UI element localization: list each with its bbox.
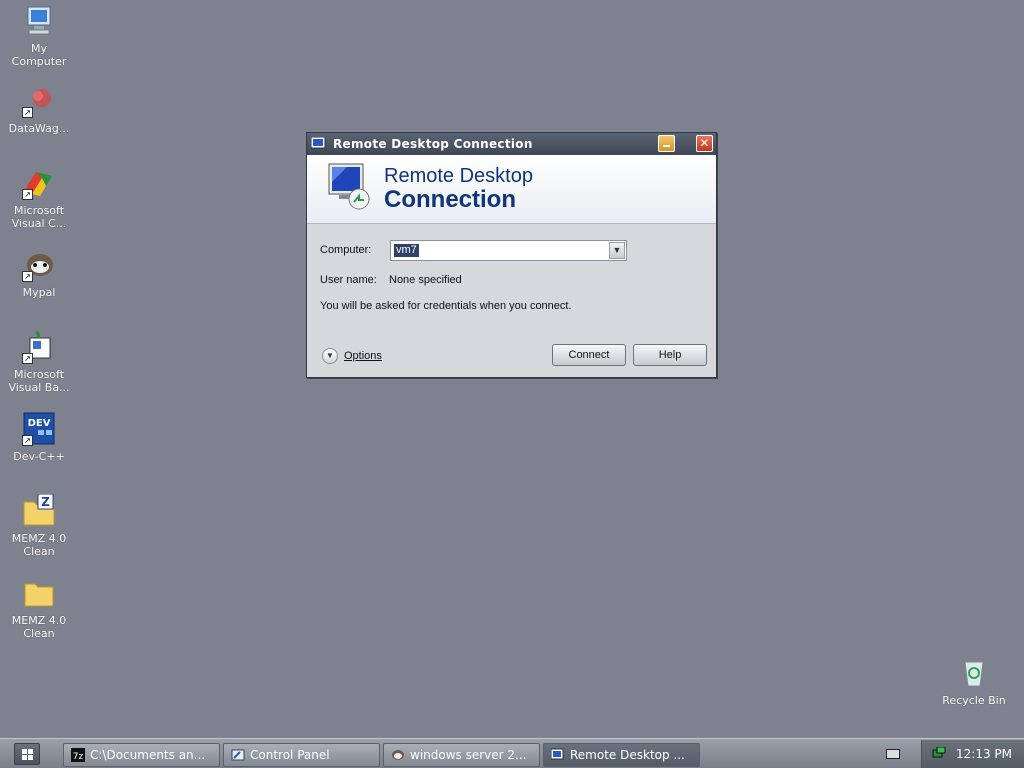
desktop-icon-label: Mypal [22,286,56,299]
keyboard-icon[interactable] [886,749,900,759]
visual-basic-icon: ↗ [22,330,56,364]
zip-folder-icon: Z [22,493,56,528]
credentials-note: You will be asked for credentials when y… [320,300,572,312]
computer-label: Computer: [320,244,372,256]
network-icon[interactable] [932,747,946,761]
dev-cpp-icon: DEV ↗ [22,412,56,446]
desktop-icon-mypal[interactable]: ↗ Mypal [1,248,77,299]
mypal-icon: ↗ [22,248,56,282]
dialog-title: Remote Desktop Connection [333,137,533,151]
options-toggle[interactable]: ▼ Options [322,348,382,364]
chevron-down-icon: ▼ [612,245,622,255]
desktop-icon-label: MEMZ 4.0 Clean [11,532,67,558]
dialog-banner: Remote Desktop Connection [307,155,716,224]
desktop-icon-label: Microsoft Visual C... [11,204,67,230]
computer-value[interactable]: vm7 [394,244,419,257]
desktop-icon-memz-folder[interactable]: MEMZ 4.0 Clean [1,576,77,640]
options-label[interactable]: Options [344,350,382,362]
control-panel-icon [231,749,245,761]
banner-title-line2: Connection [384,186,516,213]
expand-circle-icon[interactable]: ▼ [322,348,338,364]
taskbar-item-browser[interactable]: windows server 2... [383,743,540,767]
shortcut-arrow-icon: ↗ [22,271,33,282]
desktop-icon-memz-zip[interactable]: Z MEMZ 4.0 Clean [1,493,77,558]
taskbar-item-7zip[interactable]: 7z C:\Documents an... [63,743,220,767]
shortcut-arrow-icon: ↗ [22,353,33,364]
remote-desktop-icon [551,748,564,760]
desktop-icon-visual-c[interactable]: ↗ Microsoft Visual C... [1,166,77,230]
desktop-icon-visual-basic[interactable]: ↗ Microsoft Visual Ba... [1,330,77,394]
close-button[interactable]: ✕ [696,135,713,152]
dialog-body: Computer: vm7 ▼ User name: None specifie… [307,224,716,376]
taskbar-item-label: Control Panel [250,748,330,762]
desktop-icon-label: DataWag... [8,122,70,135]
shortcut-arrow-icon: ↗ [22,435,33,446]
svg-text:Z: Z [41,495,50,509]
desktop-icon-label: Microsoft Visual Ba... [8,368,70,394]
shortcut-arrow-icon: ↗ [22,107,33,118]
datawag-icon: ↗ [22,84,56,118]
taskbar-item-remote-desktop[interactable]: Remote Desktop ... [543,743,700,767]
clock[interactable]: 12:13 PM [956,747,1012,761]
close-icon: ✕ [699,136,710,150]
desktop-icon-label: Recycle Bin [942,694,1006,707]
computer-combobox[interactable]: vm7 ▼ [390,240,627,261]
7zip-icon: 7z [71,748,85,762]
desktop-icon-dev-cpp[interactable]: DEV ↗ Dev-C++ [1,412,77,463]
remote-desktop-dialog: Remote Desktop Connection ✕ Remote Deskt… [306,132,717,378]
my-computer-icon [22,4,56,38]
desktop-icon-recycle-bin[interactable]: Recycle Bin [936,656,1012,707]
visual-cpp-icon: ↗ [22,166,56,200]
username-label: User name: [320,274,377,286]
remote-desktop-icon [311,137,326,149]
minimize-button[interactable] [658,135,675,152]
taskbar-item-label: C:\Documents an... [90,748,206,762]
system-tray: 12:13 PM [921,740,1024,768]
taskbar: 7z C:\Documents an... Control Panel wind… [0,738,1024,768]
shortcut-arrow-icon: ↗ [22,189,33,200]
recycle-bin-icon [957,656,991,690]
desktop-icon-label: Dev-C++ [13,450,65,463]
help-button[interactable]: Help [633,344,707,366]
banner-title-line1: Remote Desktop [384,165,533,187]
desktop-icon-my-computer[interactable]: My Computer [1,4,77,68]
dialog-title-bar[interactable]: Remote Desktop Connection ✕ [307,133,716,155]
connect-button[interactable]: Connect [552,344,626,366]
taskbar-item-label: Remote Desktop ... [570,748,685,762]
folder-icon [22,576,56,610]
username-value: None specified [389,274,462,286]
desktop-icon-label: MEMZ 4.0 Clean [11,614,67,640]
svg-text:7z: 7z [73,752,84,762]
taskbar-item-control-panel[interactable]: Control Panel [223,743,380,767]
desktop-icon-label: My Computer [11,42,67,68]
start-button[interactable] [14,743,40,765]
taskbar-item-label: windows server 2... [410,748,527,762]
start-grid-icon [22,749,33,760]
desktop-icon-datawag[interactable]: ↗ DataWag... [1,84,77,135]
monitor-connection-icon [328,163,370,210]
svg-text:DEV: DEV [28,418,51,429]
dropdown-arrow-button[interactable]: ▼ [609,242,625,259]
mypal-browser-icon [392,750,404,760]
